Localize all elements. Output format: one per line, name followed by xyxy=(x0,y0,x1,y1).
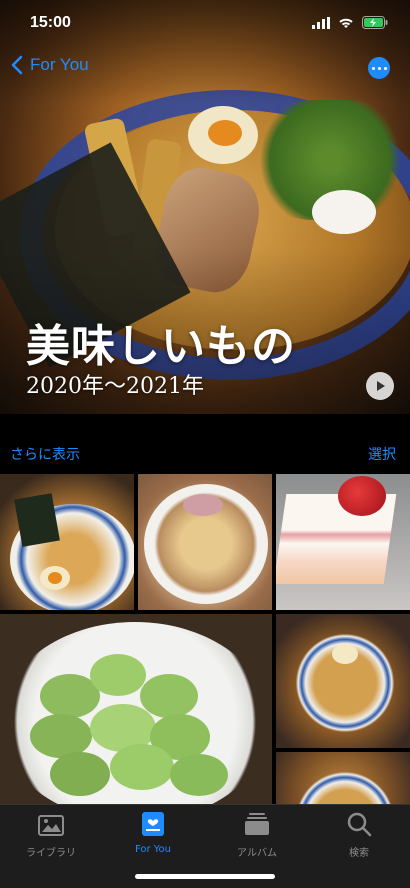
search-icon xyxy=(347,812,372,837)
show-more-link[interactable]: さらに表示 xyxy=(10,444,80,464)
tab-albums[interactable]: アルバム xyxy=(212,811,302,859)
home-indicator[interactable] xyxy=(135,874,275,879)
tab-albums-label: アルバム xyxy=(237,848,277,859)
memory-title: 美味しいもの xyxy=(26,321,296,372)
chevron-left-icon xyxy=(11,55,23,75)
status-icons xyxy=(312,16,388,29)
photo-thumbnail-strawberry-cake[interactable] xyxy=(276,474,410,610)
cellular-signal-icon xyxy=(312,16,330,29)
photo-thumbnail-ramen-2[interactable] xyxy=(276,614,410,748)
photo-library-icon xyxy=(38,815,64,836)
ellipsis-dot xyxy=(377,66,381,70)
for-you-icon xyxy=(142,812,164,836)
tab-for-you-label: For You xyxy=(134,844,172,855)
tab-for-you[interactable]: For You xyxy=(108,811,198,855)
select-button[interactable]: 選択 xyxy=(368,444,396,464)
tab-search-label: 検索 xyxy=(349,848,369,859)
navigation-bar: For You xyxy=(0,48,410,92)
play-button[interactable] xyxy=(366,372,394,400)
play-icon xyxy=(377,381,385,391)
photo-thumbnail-ramen[interactable] xyxy=(0,474,134,610)
photos-section-header: さらに表示 選択 xyxy=(0,414,410,474)
battery-charging-icon xyxy=(362,16,388,29)
wifi-icon xyxy=(339,18,353,28)
status-bar: 15:00 xyxy=(0,0,410,48)
tab-library[interactable]: ライブラリ xyxy=(6,811,96,859)
more-options-button[interactable] xyxy=(368,57,390,79)
memory-date-range: 2020年〜2021年 xyxy=(26,374,204,399)
photo-thumbnail-fava-beans[interactable] xyxy=(0,614,272,804)
albums-icon xyxy=(245,813,269,835)
back-button[interactable]: For You xyxy=(10,54,89,76)
status-time: 15:00 xyxy=(30,14,71,31)
tab-search[interactable]: 検索 xyxy=(314,811,404,859)
back-button-label: For You xyxy=(30,55,89,74)
ellipsis-dot xyxy=(383,66,387,70)
tab-library-label: ライブラリ xyxy=(26,848,76,859)
photo-thumbnail-pasta[interactable] xyxy=(138,474,272,610)
ellipsis-icon xyxy=(371,66,375,70)
photo-thumbnail-ramen-3[interactable] xyxy=(276,752,410,804)
